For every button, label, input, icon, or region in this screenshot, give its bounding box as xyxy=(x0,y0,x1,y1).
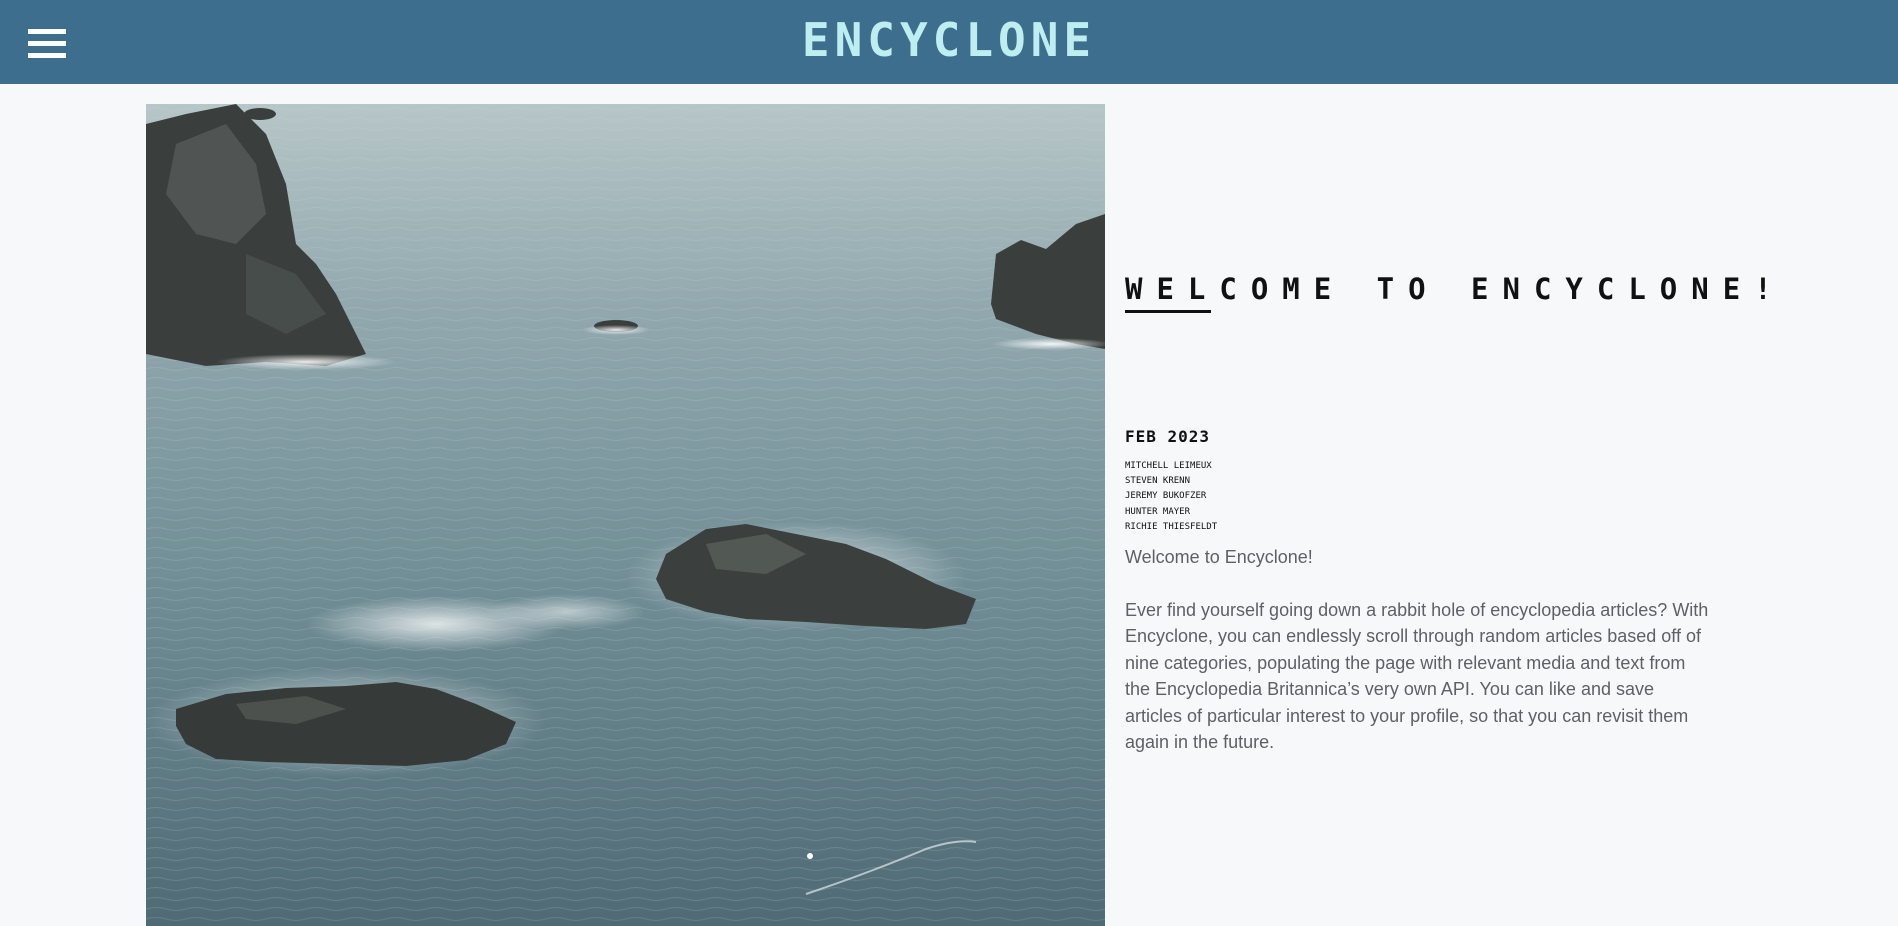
top-navbar: ENCYCLONE xyxy=(0,0,1898,84)
hero-image xyxy=(146,104,1105,926)
authors-list: MITCHELL LEIMEUX STEVEN KRENN JEREMY BUK… xyxy=(1125,459,1217,535)
author-name: JEREMY BUKOFZER xyxy=(1125,491,1207,502)
title-underline xyxy=(1125,310,1211,313)
brand-title[interactable]: ENCYCLONE xyxy=(0,0,1898,84)
author-name: HUNTER MAYER xyxy=(1125,506,1191,517)
welcome-title: WELCOME TO ENCYCLONE! xyxy=(1125,272,1786,306)
intro-text: Welcome to Encyclone! Ever find yourself… xyxy=(1125,544,1715,782)
author-name: MITCHELL LEIMEUX xyxy=(1125,461,1212,471)
author-name: STEVEN KRENN xyxy=(1125,476,1191,487)
intro-description: Ever find yourself going down a rabbit h… xyxy=(1125,599,1709,753)
author-name: RICHIE THIESFELDT xyxy=(1125,521,1218,532)
intro-greeting: Welcome to Encyclone! xyxy=(1125,547,1313,567)
publish-date: FEB 2023 xyxy=(1125,427,1211,446)
